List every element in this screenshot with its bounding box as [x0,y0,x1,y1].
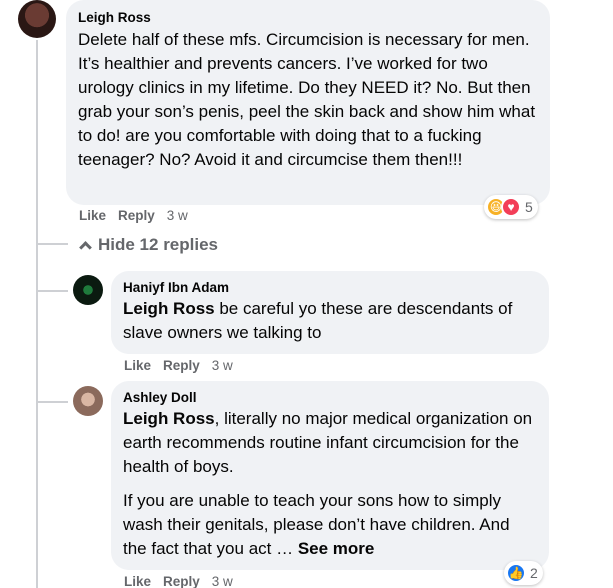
comment-author[interactable]: Leigh Ross [78,9,538,27]
love-reaction-icon: ♥ [501,197,521,217]
like-button[interactable]: Like [124,358,151,373]
hide-replies-label: Hide 12 replies [98,235,219,254]
reply-button[interactable]: Reply [163,358,200,373]
reply-author[interactable]: Ashley Doll [123,389,537,407]
reply-bubble: Ashley Doll Leigh Ross, literally no maj… [111,381,549,570]
reply-author[interactable]: Haniyf Ibn Adam [123,279,537,297]
avatar[interactable] [18,0,56,38]
reaction-count: 5 [525,199,533,215]
comment-text: Delete half of these mfs. Circumcision i… [78,30,536,169]
reactions-summary[interactable]: 👍 2 [504,561,543,585]
like-button[interactable]: Like [79,208,106,223]
reply-button[interactable]: Reply [163,574,200,588]
reply-button[interactable]: Reply [118,208,155,223]
reply-timestamp[interactable]: 3 w [212,358,233,373]
like-button[interactable]: Like [124,574,151,588]
reply-actions: Like Reply 3 w [124,358,233,373]
avatar[interactable] [73,386,103,416]
chevron-up-icon [79,241,92,254]
comment-timestamp[interactable]: 3 w [167,208,188,223]
reply-bubble: Haniyf Ibn Adam Leigh Ross be careful yo… [111,271,549,354]
comment-actions: Like Reply 3 w [79,208,188,223]
reply-text-paragraph: If you are unable to teach your sons how… [123,489,537,561]
see-more-link[interactable]: See more [298,539,375,558]
reactions-summary[interactable]: 😆 ♥ 5 [484,195,538,219]
thread-branch-line [36,401,68,403]
thread-branch-line [36,243,68,245]
mention-link[interactable]: Leigh Ross [123,409,215,428]
reply-timestamp[interactable]: 3 w [212,574,233,588]
thread-branch-line [36,290,68,292]
comment-bubble: Leigh Ross Delete half of these mfs. Cir… [66,0,550,205]
avatar[interactable] [73,275,103,305]
reaction-count: 2 [530,565,538,581]
like-reaction-icon: 👍 [506,563,526,583]
thread-line [36,40,38,588]
reply-text: Leigh Ross be careful yo these are desce… [123,297,537,345]
mention-link[interactable]: Leigh Ross [123,299,215,318]
reply-text: Leigh Ross, literally no major medical o… [123,407,537,479]
hide-replies-button[interactable]: Hide 12 replies [79,235,219,255]
reply-actions: Like Reply 3 w [124,574,233,588]
